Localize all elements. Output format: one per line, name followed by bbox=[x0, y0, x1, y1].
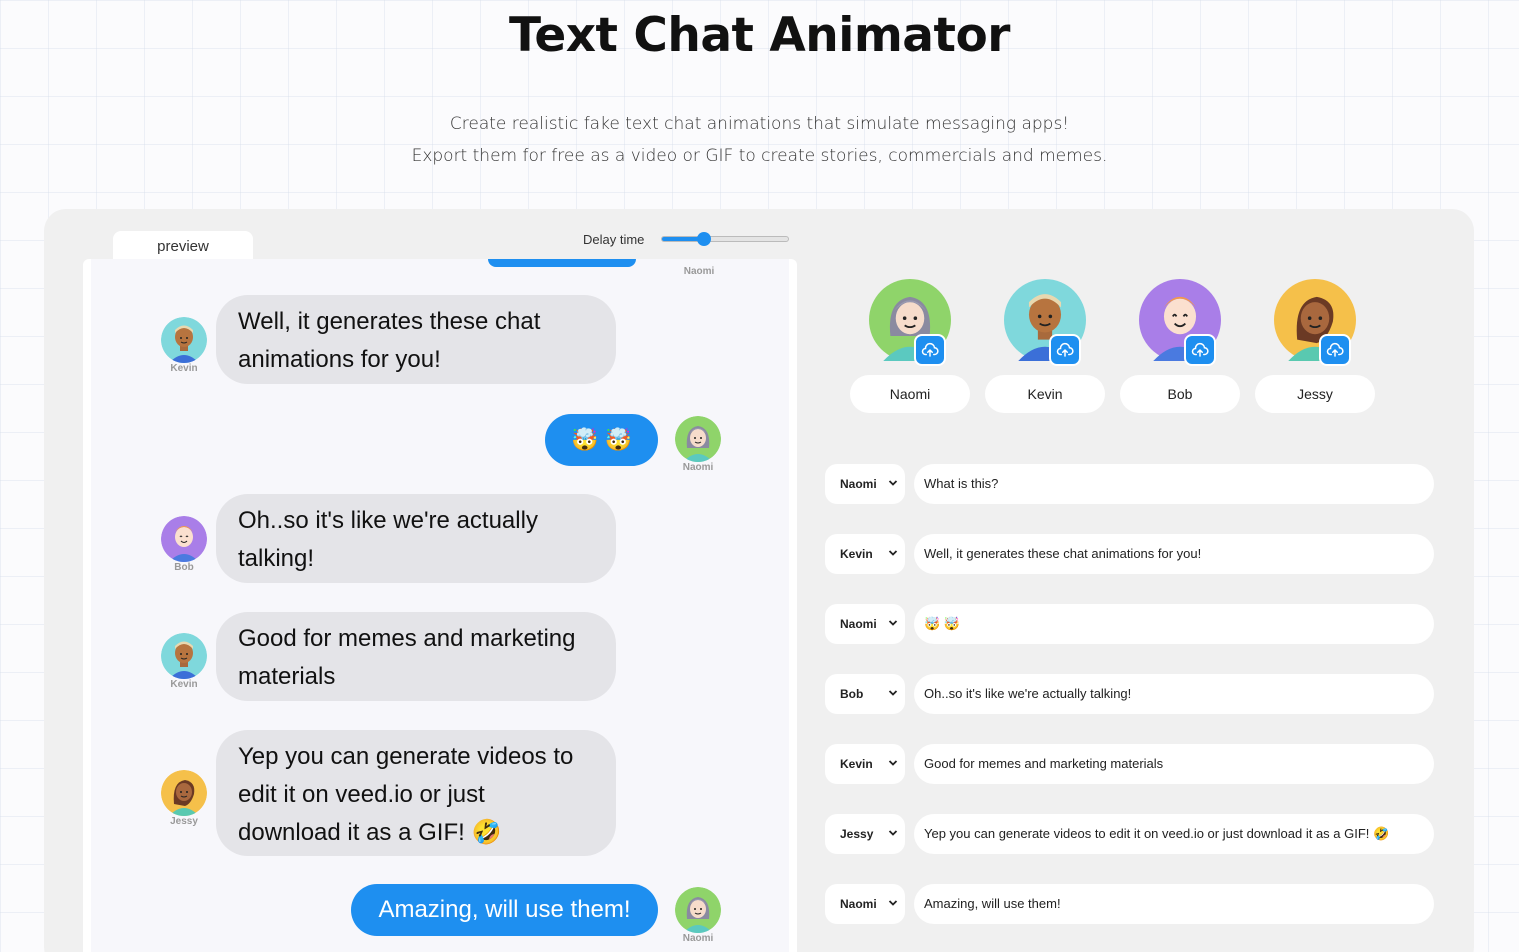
avatar-name: Naomi bbox=[683, 266, 715, 277]
chevron-down-icon bbox=[888, 760, 898, 766]
message-text-input[interactable]: 🤯 🤯 bbox=[914, 604, 1434, 644]
avatar-bob-icon bbox=[161, 516, 207, 562]
sender-select-value: Kevin bbox=[840, 547, 873, 561]
character-avatar bbox=[1004, 279, 1086, 366]
avatar-naomi: Naomi bbox=[663, 887, 733, 944]
message-row: Naomi What is this? bbox=[825, 464, 1434, 504]
sender-select[interactable]: Bob bbox=[825, 674, 905, 714]
cloud-upload-icon bbox=[1326, 342, 1344, 357]
message-row: Kevin Good for memes and marketing mater… bbox=[825, 744, 1434, 784]
delay-time-label: Delay time bbox=[583, 232, 645, 247]
message-text-input[interactable]: What is this? bbox=[914, 464, 1434, 504]
character-avatar bbox=[1274, 279, 1356, 366]
avatar-naomi: Naomi bbox=[663, 416, 733, 473]
chevron-down-icon bbox=[888, 900, 898, 906]
delay-slider-thumb[interactable] bbox=[696, 232, 711, 246]
message-text-input[interactable]: Amazing, will use them! bbox=[914, 884, 1434, 924]
upload-avatar-button[interactable] bbox=[1049, 334, 1081, 366]
avatar-name: Naomi bbox=[682, 933, 714, 944]
character-avatar bbox=[1139, 279, 1221, 366]
page-subtitle: Create realistic fake text chat animatio… bbox=[0, 108, 1519, 172]
avatar-jessy: Jessy bbox=[149, 770, 219, 827]
incoming-message-bubble: Good for memes and marketing materials bbox=[216, 612, 616, 701]
outgoing-message-bubble: Amazing, will use them! bbox=[351, 884, 658, 936]
chevron-down-icon bbox=[888, 550, 898, 556]
page-title: Text Chat Animator bbox=[509, 8, 1010, 63]
subtitle-line-1: Create realistic fake text chat animatio… bbox=[449, 114, 1070, 134]
character-bob: Bob bbox=[1120, 279, 1240, 413]
chevron-down-icon bbox=[888, 620, 898, 626]
sender-select-value: Naomi bbox=[840, 477, 877, 491]
upload-avatar-button[interactable] bbox=[914, 334, 946, 366]
sender-select-value: Bob bbox=[840, 687, 864, 701]
avatar-name: Naomi bbox=[682, 462, 714, 473]
chevron-down-icon bbox=[888, 830, 898, 836]
character-name-input[interactable]: Kevin bbox=[985, 375, 1105, 413]
cloud-upload-icon bbox=[1056, 342, 1074, 357]
sender-select[interactable]: Jessy bbox=[825, 814, 905, 854]
avatar-name: Jessy bbox=[170, 816, 198, 827]
avatar-kevin: Kevin bbox=[149, 317, 219, 374]
message-text-input[interactable]: Oh..so it's like we're actually talking! bbox=[914, 674, 1434, 714]
sender-select[interactable]: Naomi bbox=[825, 464, 905, 504]
chat-preview: Naomi Kevin Well, it generates these cha… bbox=[83, 259, 797, 952]
chevron-down-icon bbox=[888, 690, 898, 696]
sender-select-value: Naomi bbox=[840, 897, 877, 911]
avatar-name: Kevin bbox=[170, 679, 198, 690]
sender-select[interactable]: Kevin bbox=[825, 534, 905, 574]
sender-select-value: Naomi bbox=[840, 617, 877, 631]
message-text-input[interactable]: Good for memes and marketing materials bbox=[914, 744, 1434, 784]
message-row: Naomi Amazing, will use them! bbox=[825, 884, 1434, 924]
partial-outgoing-bubble bbox=[488, 259, 636, 267]
chat-area: Naomi Kevin Well, it generates these cha… bbox=[91, 259, 789, 952]
message-text-input[interactable]: Well, it generates these chat animations… bbox=[914, 534, 1434, 574]
upload-avatar-button[interactable] bbox=[1319, 334, 1351, 366]
sender-select-value: Jessy bbox=[840, 827, 874, 841]
subtitle-line-2: Export them for free as a video or GIF t… bbox=[411, 146, 1108, 166]
avatar-naomi-icon bbox=[675, 887, 721, 933]
sender-select[interactable]: Naomi bbox=[825, 604, 905, 644]
character-avatar bbox=[869, 279, 951, 366]
character-name-input[interactable]: Jessy bbox=[1255, 375, 1375, 413]
avatar-jessy-icon bbox=[161, 770, 207, 816]
incoming-message-bubble: Yep you can generate videos to edit it o… bbox=[216, 730, 616, 856]
message-text-input[interactable]: Yep you can generate videos to edit it o… bbox=[914, 814, 1434, 854]
avatar-name: Bob bbox=[174, 562, 194, 573]
message-row: Jessy Yep you can generate videos to edi… bbox=[825, 814, 1434, 854]
chevron-down-icon bbox=[888, 480, 898, 486]
avatar-kevin-icon bbox=[161, 317, 207, 363]
upload-avatar-button[interactable] bbox=[1184, 334, 1216, 366]
character-name-input[interactable]: Naomi bbox=[850, 375, 970, 413]
incoming-message-bubble: Well, it generates these chat animations… bbox=[216, 295, 616, 384]
avatar-kevin: Kevin bbox=[149, 633, 219, 690]
cloud-upload-icon bbox=[1191, 342, 1209, 357]
sender-select-value: Kevin bbox=[840, 757, 873, 771]
outgoing-message-bubble: 🤯 🤯 bbox=[545, 414, 658, 466]
avatar-naomi-icon bbox=[675, 416, 721, 462]
message-row: Kevin Well, it generates these chat anim… bbox=[825, 534, 1434, 574]
character-jessy: Jessy bbox=[1255, 279, 1375, 413]
cloud-upload-icon bbox=[921, 342, 939, 357]
sender-select[interactable]: Naomi bbox=[825, 884, 905, 924]
avatar-name: Kevin bbox=[170, 363, 198, 374]
delay-time-slider[interactable] bbox=[661, 232, 789, 246]
avatar-kevin-icon bbox=[161, 633, 207, 679]
sender-select[interactable]: Kevin bbox=[825, 744, 905, 784]
incoming-message-bubble: Oh..so it's like we're actually talking! bbox=[216, 494, 616, 583]
message-row: Bob Oh..so it's like we're actually talk… bbox=[825, 674, 1434, 714]
character-name-input[interactable]: Bob bbox=[1120, 375, 1240, 413]
message-row: Naomi 🤯 🤯 bbox=[825, 604, 1434, 644]
avatar-bob: Bob bbox=[149, 516, 219, 573]
character-kevin: Kevin bbox=[985, 279, 1105, 413]
character-naomi: Naomi bbox=[850, 279, 970, 413]
